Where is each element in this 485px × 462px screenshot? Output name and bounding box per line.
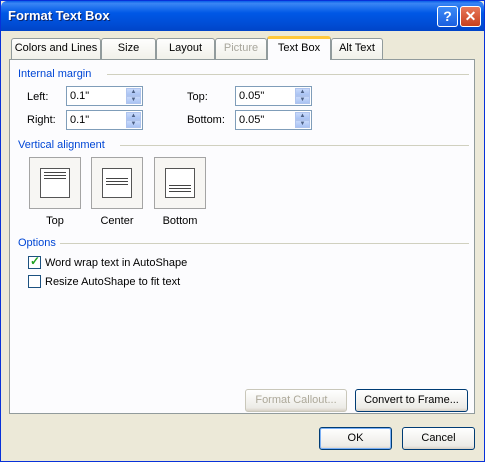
cancel-button[interactable]: Cancel bbox=[402, 427, 475, 450]
convert-to-frame-button[interactable]: Convert to Frame... bbox=[355, 389, 468, 412]
options-heading: Options bbox=[18, 237, 56, 249]
align-center-button[interactable] bbox=[91, 157, 143, 209]
top-margin-input[interactable] bbox=[236, 87, 294, 105]
title-bar[interactable]: Format Text Box ? ✕ bbox=[1, 1, 484, 31]
window-title: Format Text Box bbox=[8, 8, 110, 23]
align-bottom-label: Bottom bbox=[162, 215, 198, 227]
spin-up-icon[interactable]: ▲ bbox=[295, 88, 310, 96]
align-center-label: Center bbox=[100, 215, 134, 227]
spin-down-icon[interactable]: ▼ bbox=[126, 96, 141, 104]
spin-up-icon[interactable]: ▲ bbox=[126, 88, 141, 96]
internal-margin-heading: Internal margin bbox=[18, 68, 92, 80]
right-margin-input[interactable] bbox=[67, 111, 125, 129]
question-icon: ? bbox=[443, 8, 452, 24]
left-margin-input[interactable] bbox=[67, 87, 125, 105]
tab-colors-and-lines[interactable]: Colors and Lines bbox=[11, 38, 101, 59]
bottom-margin-spinner[interactable]: ▲ ▼ bbox=[235, 110, 312, 130]
spin-up-icon[interactable]: ▲ bbox=[295, 112, 310, 120]
align-top-label: Top bbox=[46, 215, 64, 227]
tab-picture: Picture bbox=[215, 38, 267, 59]
text-box-panel: Internal margin Left: ▲ ▼ Top: ▲ ▼ Right… bbox=[9, 59, 475, 414]
help-button[interactable]: ? bbox=[437, 6, 458, 27]
divider bbox=[107, 74, 469, 75]
resize-autoshape-checkbox[interactable] bbox=[28, 275, 41, 288]
format-callout-button: Format Callout... bbox=[245, 389, 347, 412]
align-top-icon bbox=[40, 168, 70, 198]
left-margin-spinner[interactable]: ▲ ▼ bbox=[66, 86, 143, 106]
tab-layout[interactable]: Layout bbox=[156, 38, 215, 59]
word-wrap-label[interactable]: Word wrap text in AutoShape bbox=[45, 257, 187, 269]
checkmark-icon: ✓ bbox=[30, 254, 41, 268]
tab-size[interactable]: Size bbox=[101, 38, 156, 59]
divider bbox=[60, 243, 469, 244]
close-icon: ✕ bbox=[464, 8, 477, 24]
tab-text-box[interactable]: Text Box bbox=[267, 36, 331, 60]
top-label: Top: bbox=[187, 91, 208, 103]
spin-down-icon[interactable]: ▼ bbox=[295, 120, 310, 128]
spin-up-icon[interactable]: ▲ bbox=[126, 112, 141, 120]
close-button[interactable]: ✕ bbox=[460, 6, 481, 27]
bottom-label: Bottom: bbox=[187, 114, 225, 126]
left-label: Left: bbox=[27, 91, 49, 103]
tab-alt-text[interactable]: Alt Text bbox=[331, 38, 383, 59]
right-label: Right: bbox=[27, 114, 56, 126]
spin-down-icon[interactable]: ▼ bbox=[295, 96, 310, 104]
vertical-alignment-heading: Vertical alignment bbox=[18, 139, 105, 151]
align-bottom-button[interactable] bbox=[154, 157, 206, 209]
right-margin-spinner[interactable]: ▲ ▼ bbox=[66, 110, 143, 130]
divider bbox=[120, 145, 469, 146]
format-text-box-dialog: Format Text Box ? ✕ Colors and Lines Siz… bbox=[0, 0, 485, 462]
ok-button[interactable]: OK bbox=[319, 427, 392, 450]
align-top-button[interactable] bbox=[29, 157, 81, 209]
resize-autoshape-label[interactable]: Resize AutoShape to fit text bbox=[45, 276, 180, 288]
spin-down-icon[interactable]: ▼ bbox=[126, 120, 141, 128]
bottom-margin-input[interactable] bbox=[236, 111, 294, 129]
align-center-icon bbox=[102, 168, 132, 198]
align-bottom-icon bbox=[165, 168, 195, 198]
top-margin-spinner[interactable]: ▲ ▼ bbox=[235, 86, 312, 106]
word-wrap-checkbox[interactable]: ✓ bbox=[28, 254, 41, 269]
tab-bar: Colors and Lines Size Layout Picture Tex… bbox=[9, 36, 475, 60]
